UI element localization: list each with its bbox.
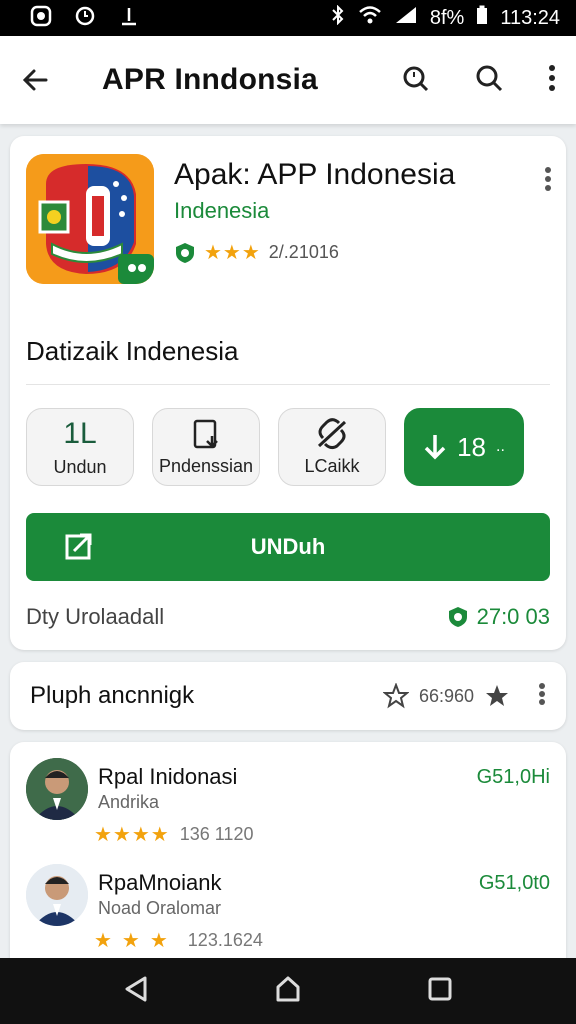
app-description: Datizaik Indenesia [26, 336, 239, 366]
reviews-list: Rpal Inidonasi Andrika ★★★★ 136 1120 G51… [10, 742, 566, 972]
search-button[interactable] [474, 63, 504, 98]
tile-installer-label: Pndenssian [158, 455, 254, 476]
tablet-download-icon [193, 419, 218, 448]
tile-downloads-value: 1L [63, 416, 97, 450]
clock: 113:24 [500, 6, 560, 29]
footer-right-text: 27:0 03 [476, 604, 550, 629]
review-price: G51,0Hi [476, 766, 550, 788]
star-rating: ★★★★ [94, 824, 170, 846]
tile-link[interactable]: LCaikk [278, 408, 386, 486]
sort-actions: 66:960 [382, 682, 546, 711]
tile-download-suffix: .. [496, 438, 505, 455]
battery-icon [476, 5, 488, 31]
download-icon [118, 5, 140, 31]
nav-back-button[interactable] [123, 975, 149, 1008]
home-icon [276, 976, 300, 1001]
sort-label[interactable]: Pluph ancnnigk [30, 682, 194, 710]
reviews-sort-bar: Pluph ancnnigk 66:960 [10, 662, 566, 730]
sort-more-button[interactable] [538, 682, 546, 711]
more-vert-icon [545, 167, 551, 191]
app-title: Apak: APP Indonesia [174, 158, 456, 191]
app-toolbar: APR Inndonsia [0, 36, 576, 124]
rating-count: 2/.21016 [268, 242, 339, 262]
list-item[interactable]: RpaMnoiank Noad Oralomar ★★★ 123.1624 G5… [26, 862, 550, 962]
arrow-down-icon [424, 435, 446, 460]
search-icon [403, 66, 429, 91]
no-link-icon [317, 417, 347, 449]
app-rating: ★★★ 2/.21016 [174, 240, 339, 265]
star-filled-icon[interactable] [484, 683, 510, 709]
list-item[interactable]: Rpal Inidonasi Andrika ★★★★ 136 1120 G51… [26, 756, 550, 856]
install-button[interactable]: UNDuh [26, 513, 550, 581]
sort-count: 66:960 [418, 685, 474, 706]
tile-installer[interactable]: Pndenssian [152, 408, 260, 486]
tile-downloads-label: Undun [53, 456, 107, 477]
review-rating-text: 123.1624 [187, 930, 263, 950]
star-rating: ★★★ [94, 930, 178, 952]
tile-download-value: 18 [457, 431, 487, 462]
overflow-menu-button[interactable] [548, 64, 556, 97]
info-tiles: 1L Undun Pndenssian LCaikk 18 .. [26, 408, 524, 486]
app-logo-icon [26, 154, 154, 284]
star-rating: ★★★ [204, 242, 261, 264]
lens-search-button[interactable] [400, 63, 430, 98]
nav-recents-button[interactable] [427, 976, 453, 1007]
signal-icon [394, 5, 418, 31]
app-detail-card: Apak: APP Indonesia Indenesia ★★★ 2/.210… [10, 136, 566, 650]
reviewer-name: Rpal Inidonasi [98, 764, 238, 789]
app-more-button[interactable] [544, 166, 552, 197]
back-button[interactable] [20, 65, 70, 95]
more-vert-icon [549, 64, 555, 91]
triangle-back-icon [125, 976, 147, 1001]
app-footer: Dty Urolaadall 27:0 03 [26, 604, 550, 630]
divider [26, 384, 550, 385]
page-title: APR Inndonsia [102, 63, 318, 96]
star-outline-icon[interactable] [382, 683, 409, 709]
arrow-left-icon [22, 69, 48, 91]
review-price: G51,0t0 [478, 872, 550, 894]
review-rating: ★★★ 123.1624 [94, 928, 263, 953]
app-icon[interactable] [26, 154, 154, 284]
review-rating: ★★★★ 136 1120 [94, 822, 253, 847]
edit-square-icon [64, 531, 94, 567]
search-icon [476, 65, 503, 91]
avatar [26, 758, 88, 820]
reviewer-name: RpaMnoiank [98, 870, 222, 895]
more-vert-icon [539, 682, 545, 705]
tile-download-count[interactable]: 18 .. [404, 408, 524, 486]
square-recents-icon [428, 977, 452, 1000]
bluetooth-icon [330, 4, 346, 31]
tile-downloads[interactable]: 1L Undun [26, 408, 134, 486]
verified-shield-icon [176, 242, 194, 263]
status-bar: 8f% 113:24 [0, 0, 576, 36]
nav-home-button[interactable] [274, 975, 302, 1008]
shield-icon [30, 5, 52, 31]
avatar [26, 864, 88, 926]
footer-right: 27:0 03 [447, 604, 550, 630]
tile-link-label: LCaikk [304, 455, 360, 476]
install-label: UNDuh [250, 534, 326, 559]
reviewer-subtitle: Noad Oralomar [98, 898, 222, 918]
wifi-icon [358, 5, 382, 31]
review-rating-text: 136 1120 [179, 824, 254, 844]
system-nav-bar [0, 958, 576, 1024]
verified-shield-icon [448, 607, 467, 627]
developer-link[interactable]: Indenesia [174, 198, 269, 224]
reviewer-subtitle: Andrika [98, 792, 160, 812]
circle-icon [74, 5, 96, 31]
battery-text: 8f% [429, 6, 465, 29]
footer-left-text: Dty Urolaadall [26, 604, 165, 629]
